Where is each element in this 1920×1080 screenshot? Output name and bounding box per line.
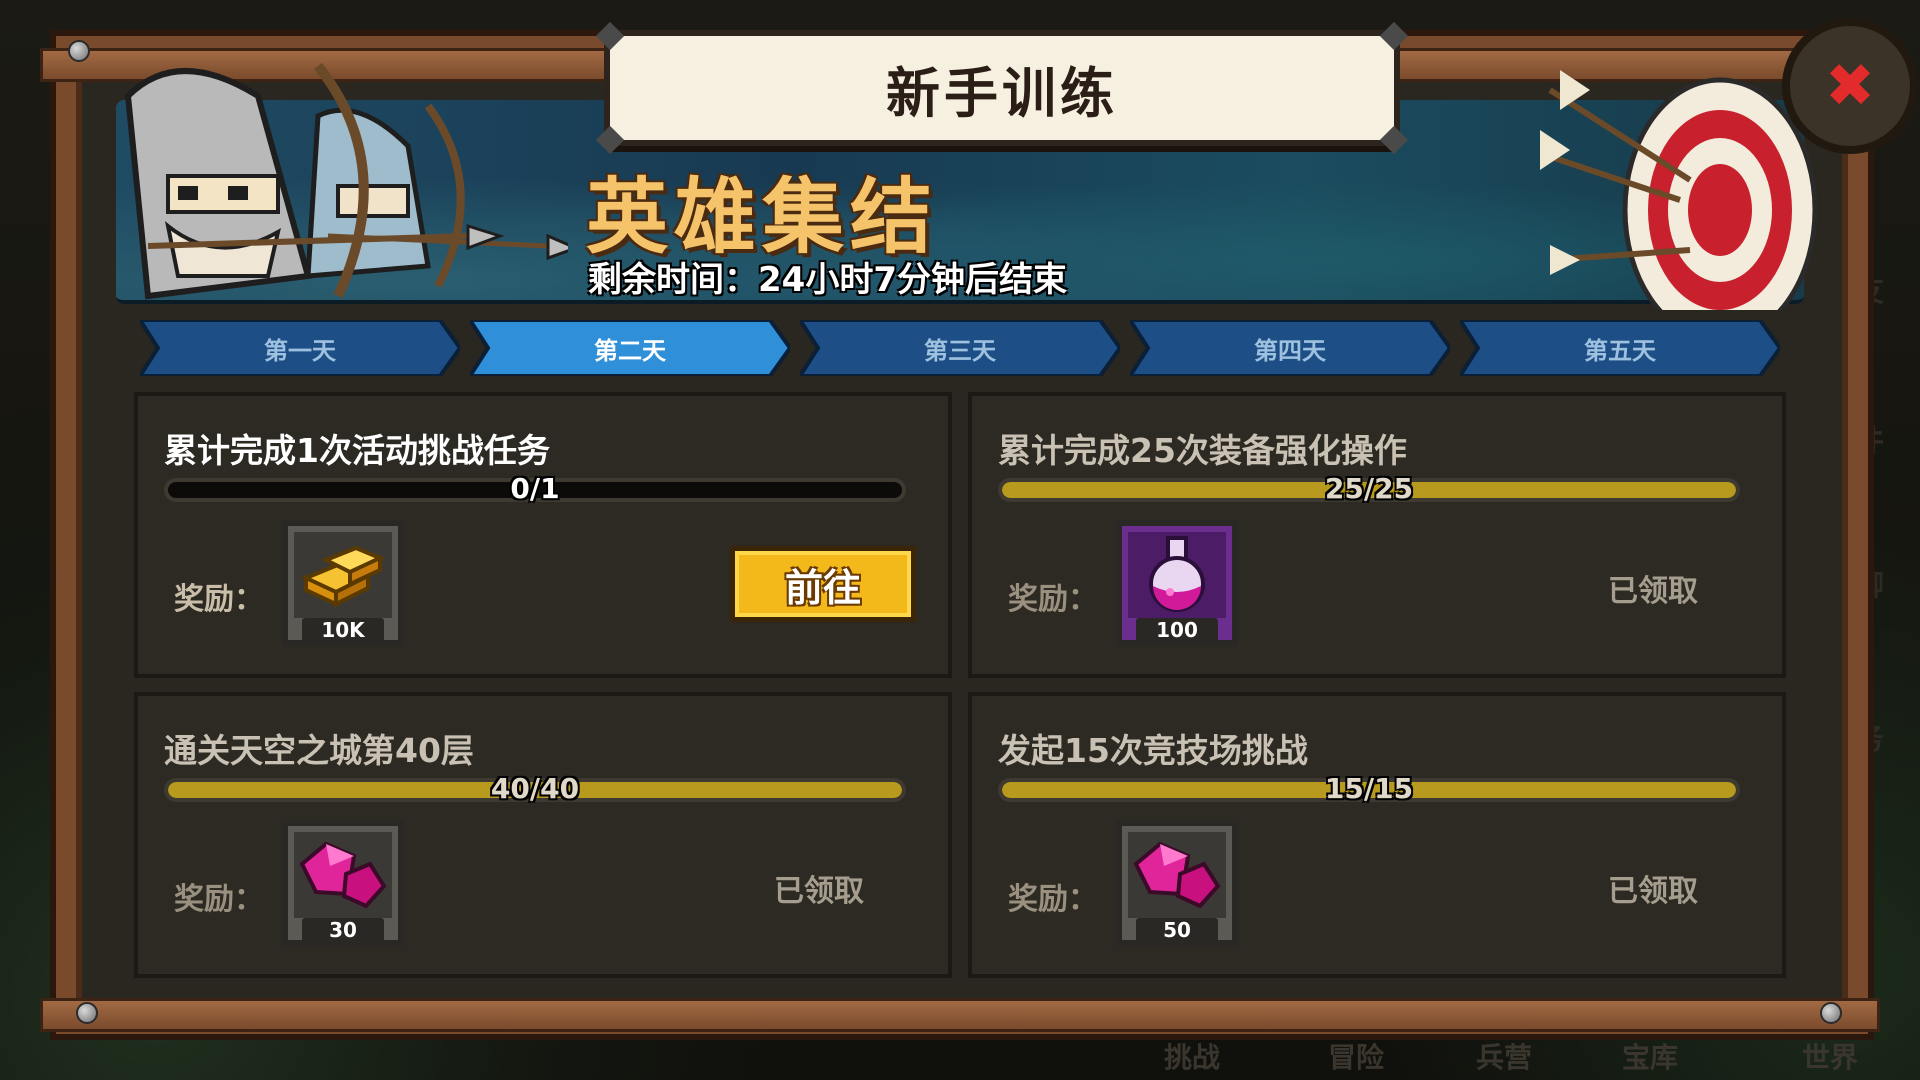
- reward-label: 奖励：: [1008, 582, 1098, 617]
- tab-day-2[interactable]: 第二天: [470, 320, 790, 376]
- dialog-title: 新手训练: [886, 61, 1118, 125]
- reward-item[interactable]: 100: [1116, 520, 1238, 646]
- reward-quantity: 10K: [302, 618, 384, 642]
- archery-target-illustration: [1540, 70, 1818, 310]
- tab-day-1[interactable]: 第一天: [140, 320, 460, 376]
- close-button[interactable]: ✖: [1782, 18, 1918, 154]
- frame-bottom-plank: [40, 998, 1880, 1032]
- task-progress-text: 0/1: [510, 472, 560, 505]
- task-card: 累计完成1次活动挑战任务 0/1 奖励： 10K 前往: [134, 392, 952, 678]
- reward-item[interactable]: 50: [1116, 820, 1238, 946]
- tab-label: 第二天: [594, 336, 666, 365]
- tab-label: 第五天: [1584, 336, 1656, 365]
- reward-item[interactable]: 10K: [282, 520, 404, 646]
- close-icon: ✖: [1824, 51, 1876, 121]
- claimed-status: 已领取: [774, 874, 864, 909]
- archers-illustration: [124, 62, 568, 300]
- tab-day-3[interactable]: 第三天: [800, 320, 1120, 376]
- background-bottom-nav: 挑战 冒险 兵营 宝库 世界: [0, 1040, 1920, 1080]
- reward-label: 奖励：: [1008, 882, 1098, 917]
- reward-quantity: 30: [302, 918, 384, 942]
- reward-quantity: 100: [1136, 618, 1218, 642]
- task-title: 累计完成25次装备强化操作: [998, 431, 1407, 470]
- nail-icon: [76, 1002, 98, 1024]
- reward-label: 奖励：: [174, 882, 264, 917]
- tab-label: 第三天: [924, 336, 996, 365]
- day-tabs: 第一天 第二天 第三天 第四天 第五天: [140, 320, 1780, 376]
- claimed-status: 已领取: [1608, 874, 1698, 909]
- task-progress-text: 15/15: [1324, 772, 1414, 805]
- bg-nav-adventure: 冒险: [1328, 1041, 1385, 1074]
- task-progress-text: 25/25: [1324, 472, 1414, 505]
- task-card: 发起15次竞技场挑战 15/15 奖励： 50 已领取: [968, 692, 1786, 978]
- tab-day-5[interactable]: 第五天: [1460, 320, 1780, 376]
- task-title: 通关天空之城第40层: [164, 731, 474, 770]
- go-button[interactable]: 前往: [730, 546, 916, 622]
- task-title: 发起15次竞技场挑战: [998, 731, 1308, 770]
- pink-gem-icon: [1133, 841, 1221, 909]
- task-card: 通关天空之城第40层 40/40 奖励： 30 已领取: [134, 692, 952, 978]
- bg-nav-world: 世界: [1802, 1041, 1859, 1074]
- reward-quantity: 50: [1136, 918, 1218, 942]
- tab-day-4[interactable]: 第四天: [1130, 320, 1450, 376]
- event-countdown: 剩余时间：24小时7分钟后结束: [588, 260, 1067, 300]
- bg-nav-barracks: 兵营: [1476, 1041, 1533, 1074]
- task-card: 累计完成25次装备强化操作 25/25 奖励： 100 已领取: [968, 392, 1786, 678]
- nail-icon: [1820, 1002, 1842, 1024]
- bg-nav-challenge: 挑战: [1164, 1041, 1221, 1074]
- dialog-title-plaque: 新手训练: [595, 21, 1409, 155]
- tab-label: 第一天: [264, 336, 336, 365]
- potion-flask-icon: [1149, 536, 1205, 612]
- tab-label: 第四天: [1254, 336, 1326, 365]
- gold-bars-icon: [301, 545, 385, 608]
- nail-icon: [68, 40, 90, 62]
- task-progress-text: 40/40: [490, 772, 580, 805]
- reward-item[interactable]: 30: [282, 820, 404, 946]
- reward-label: 奖励：: [174, 582, 264, 617]
- bg-nav-treasury: 宝库: [1622, 1041, 1679, 1074]
- claimed-status: 已领取: [1608, 574, 1698, 609]
- task-title: 累计完成1次活动挑战任务: [164, 431, 550, 470]
- pink-gem-icon: [299, 841, 387, 909]
